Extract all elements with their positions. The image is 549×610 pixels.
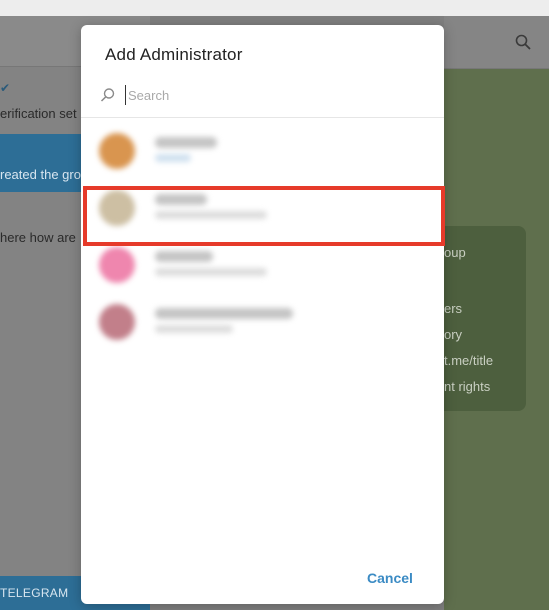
bubble-text-line: ers [444, 301, 463, 316]
telegram-footer-label: TELEGRAM [0, 586, 69, 600]
bubble-text-line: oup [444, 245, 466, 260]
search-divider [81, 117, 444, 118]
bubble-text-line: t.me/title [444, 353, 494, 368]
dialog-title: Add Administrator [105, 45, 243, 64]
chat-list-item-preview[interactable]: erification set [0, 106, 77, 121]
contact-list-item[interactable] [81, 123, 444, 179]
highlight-annotation [83, 186, 445, 246]
avatar [99, 247, 135, 283]
window-top-strip [0, 0, 549, 16]
chat-list-item-preview[interactable]: here how are [0, 230, 76, 245]
contact-status-blurred [155, 325, 233, 333]
avatar [99, 304, 135, 340]
chat-header [444, 16, 549, 69]
search-icon[interactable] [515, 34, 531, 50]
cancel-button[interactable]: Cancel [367, 570, 413, 586]
chat-list-item-preview: reated the gro [0, 167, 81, 182]
avatar [99, 133, 135, 169]
search-icon [100, 88, 115, 102]
contact-name-blurred [155, 137, 217, 148]
verified-badge-icon: ✔ [0, 81, 11, 95]
contact-name-blurred [155, 308, 293, 319]
contact-name-blurred [155, 251, 213, 262]
bubble-text-line: ory [444, 327, 463, 342]
add-administrator-dialog: Add Administrator Cancel [81, 25, 444, 604]
bubble-text-line: nt rights [444, 379, 491, 394]
search-input[interactable] [125, 85, 418, 105]
contact-status-blurred [155, 154, 191, 162]
contact-status-blurred [155, 268, 267, 276]
contact-list-item[interactable] [81, 294, 444, 350]
